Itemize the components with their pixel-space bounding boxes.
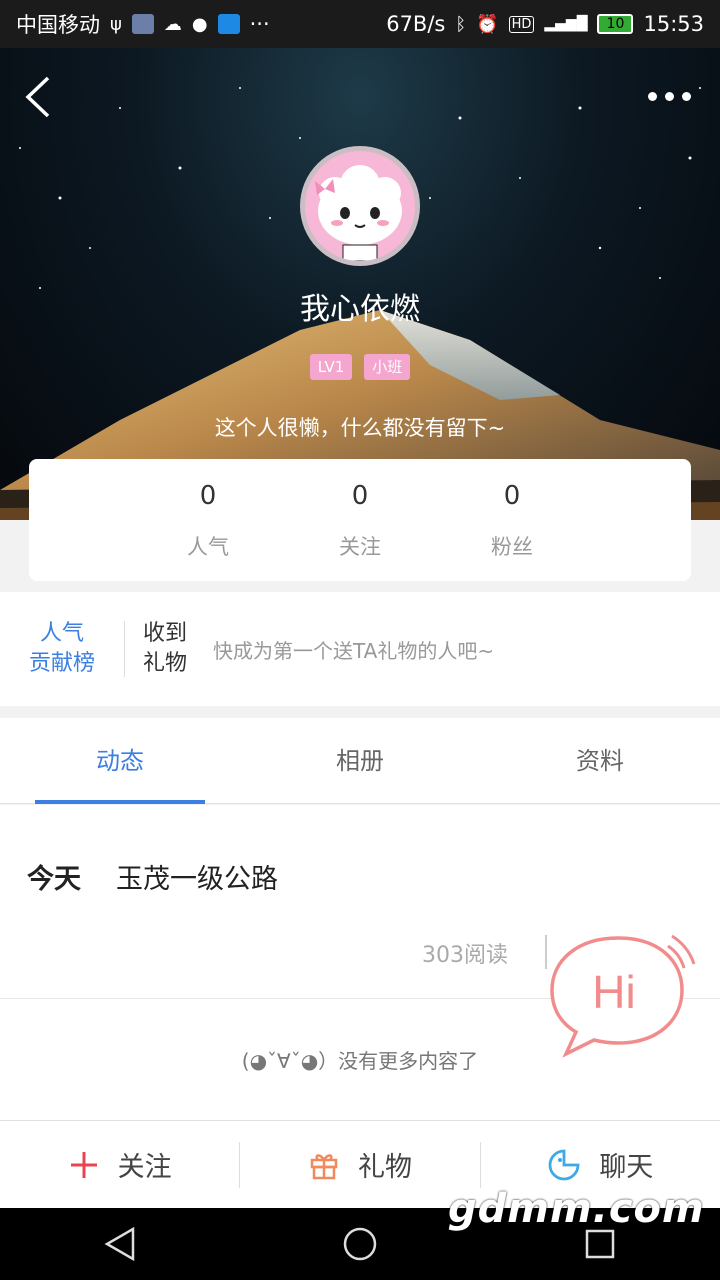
app-icon	[131, 14, 154, 34]
more-notifications-icon: ···	[249, 12, 270, 36]
divider	[124, 621, 125, 677]
battery-icon: 10	[597, 14, 634, 34]
weather-icon: ☁	[163, 13, 182, 35]
tab-album[interactable]: 相册	[240, 718, 480, 803]
level-badge: LV1	[309, 354, 353, 380]
profile-tabs: 动态 相册 资料	[0, 718, 720, 804]
tab-info[interactable]: 资料	[480, 718, 720, 803]
gift-section: 人气 贡献榜 收到 礼物 快成为第一个送TA礼物的人吧~	[0, 592, 720, 706]
stat-value: 0	[503, 481, 521, 511]
class-badge: 小班	[364, 354, 411, 380]
tab-label: 资料	[576, 747, 624, 775]
received-line2: 礼物	[143, 651, 188, 676]
stats-card: 0 人气 0 关注 0 粉丝	[29, 459, 691, 581]
bio-text: 这个人很懒，什么都没有留下~	[214, 416, 506, 440]
username: 我心依燃	[300, 292, 420, 327]
active-tab-indicator	[35, 800, 205, 804]
tab-label: 相册	[336, 747, 384, 775]
tab-label: 动态	[96, 747, 144, 775]
profile-header-background: 我心依燃 LV1 小班 这个人很懒，什么都没有留下~	[0, 48, 720, 520]
say-hi-button[interactable]: Hi	[548, 930, 698, 1058]
follow-label: 关注	[117, 1152, 172, 1183]
triangle-back-icon	[104, 1226, 135, 1262]
more-options-button[interactable]	[648, 84, 696, 108]
watermark-text: gdmm.com	[448, 1186, 705, 1232]
stat-value: 0	[351, 481, 369, 511]
alipay-icon	[217, 14, 240, 34]
gift-hint-text[interactable]: 快成为第一个送TA礼物的人吧~	[213, 635, 494, 664]
post-title: 玉茂一级公路	[116, 864, 278, 895]
wechat-icon: ●	[191, 13, 208, 35]
avatar[interactable]	[300, 146, 420, 266]
rank-label-line1: 人气	[39, 621, 84, 646]
contribution-rank-link[interactable]: 人气 贡献榜	[0, 619, 124, 679]
stat-followers[interactable]: 0 粉丝	[436, 459, 588, 581]
more-dot-icon	[665, 91, 674, 101]
plus-icon	[70, 1151, 97, 1178]
back-button[interactable]	[20, 72, 60, 122]
tab-posts[interactable]: 动态	[0, 718, 240, 804]
divider	[545, 935, 547, 969]
stat-label: 粉丝	[491, 535, 533, 559]
gift-icon	[310, 1153, 338, 1179]
hd-icon: HD	[508, 15, 535, 33]
profile-screen: 中国移动 ψ ☁ ● ··· 67B/s ᛒ ⏰ HD ▂▄▆█ 10 15:5…	[0, 0, 720, 1280]
status-bar: 中国移动 ψ ☁ ● ··· 67B/s ᛒ ⏰ HD ▂▄▆█ 10 15:5…	[0, 0, 720, 48]
post-read-count: 303阅读	[422, 943, 508, 968]
speech-bubble-icon: Hi	[550, 934, 696, 1058]
follow-button[interactable]: 关注	[0, 1121, 239, 1209]
badge-row: LV1 小班	[0, 354, 720, 380]
bluetooth-icon: ᛒ	[455, 13, 467, 35]
network-speed: 67B/s	[386, 12, 446, 36]
received-gifts-label: 收到 礼物	[143, 619, 187, 679]
signal-icon: ▂▄▆█	[544, 16, 588, 32]
post-date: 今天	[27, 864, 81, 895]
stat-label: 人气	[187, 535, 229, 559]
nav-home-button[interactable]	[330, 1214, 390, 1274]
circle-home-icon	[343, 1227, 377, 1261]
hi-text: Hi	[592, 966, 635, 1018]
stat-label: 关注	[339, 535, 381, 559]
chat-icon	[548, 1149, 580, 1180]
stat-following[interactable]: 0 关注	[284, 459, 436, 581]
square-recents-icon	[585, 1229, 615, 1259]
nav-back-button[interactable]	[90, 1214, 150, 1274]
gift-label: 礼物	[357, 1152, 412, 1183]
more-dot-icon	[682, 91, 691, 101]
clock: 15:53	[643, 12, 704, 36]
chevron-left-icon	[25, 76, 50, 118]
cartoon-avatar-icon	[305, 151, 415, 261]
more-dot-icon	[648, 91, 657, 101]
rank-label-line2: 贡献榜	[28, 651, 95, 676]
carrier-label: 中国移动	[16, 13, 100, 37]
chat-label: 聊天	[599, 1152, 654, 1183]
alarm-icon: ⏰	[476, 13, 499, 35]
gift-button[interactable]: 礼物	[240, 1121, 479, 1209]
stat-value: 0	[199, 481, 217, 511]
received-line1: 收到	[143, 621, 188, 646]
stat-popularity[interactable]: 0 人气	[132, 459, 284, 581]
usb-icon: ψ	[110, 13, 122, 35]
